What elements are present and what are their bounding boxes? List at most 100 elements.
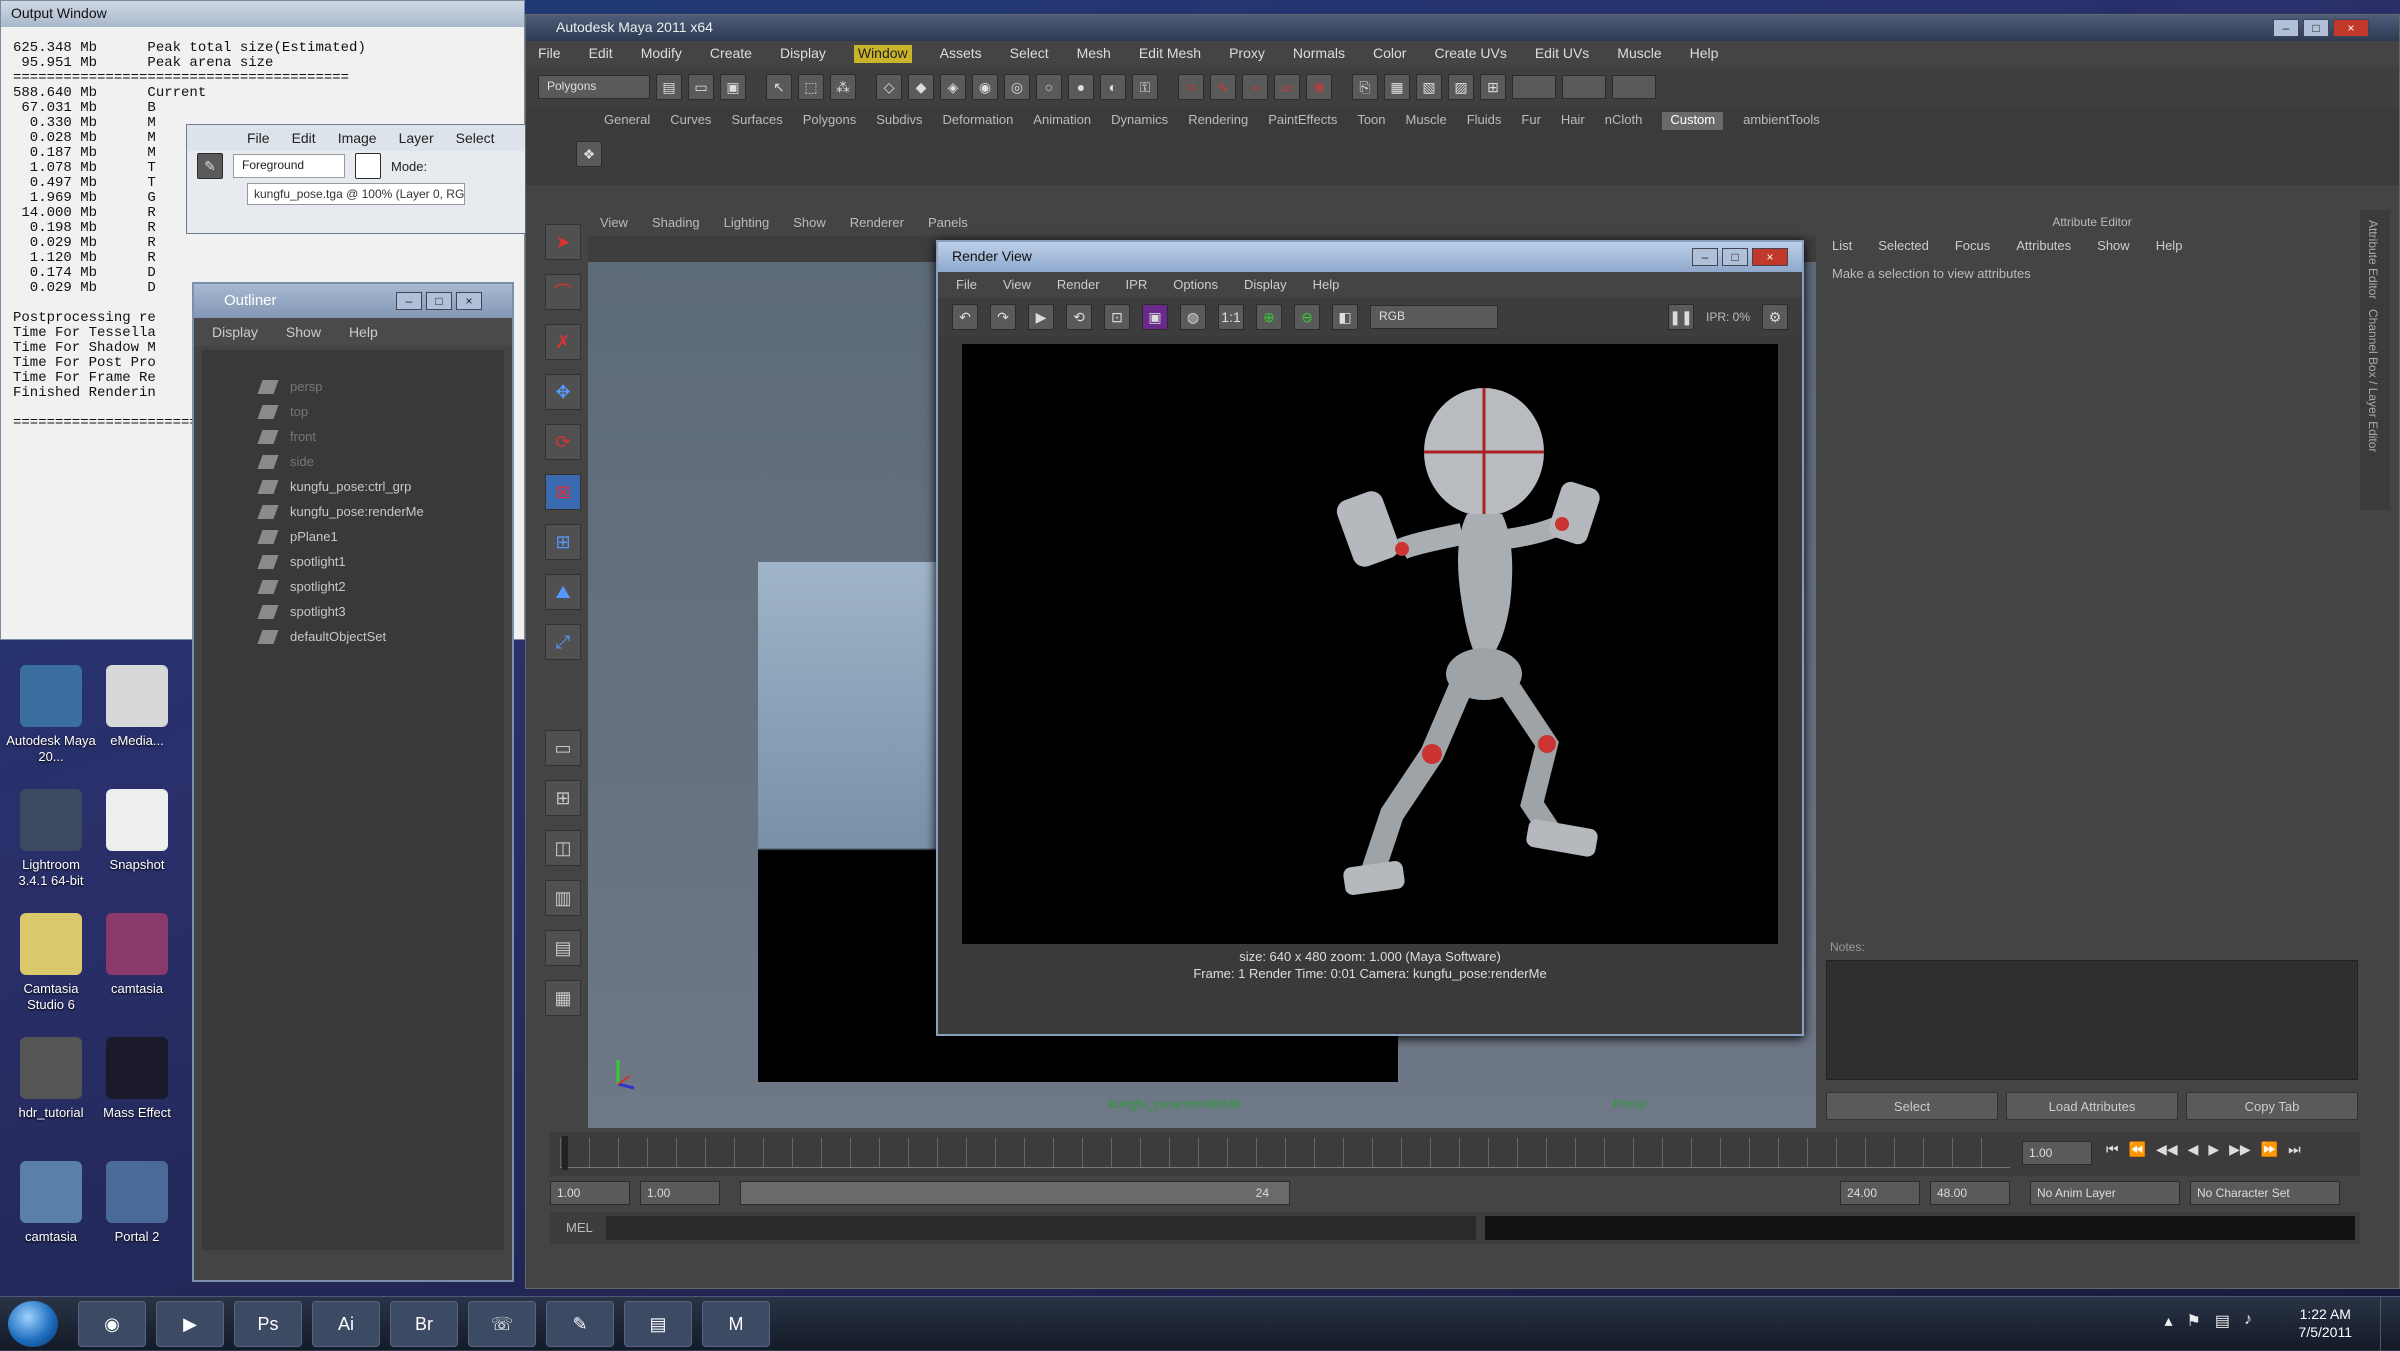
zoom-real-size[interactable]: 1:1 bbox=[1218, 304, 1244, 330]
snap-point-icon[interactable]: ∘ bbox=[1242, 74, 1268, 100]
show-manipulator-icon[interactable]: ⤢ bbox=[545, 624, 581, 660]
panel-menu-renderer[interactable]: Renderer bbox=[850, 215, 904, 231]
snap-curve-icon[interactable]: ∿ bbox=[1210, 74, 1236, 100]
shelf-tab-fur[interactable]: Fur bbox=[1521, 112, 1541, 130]
outliner-window[interactable]: Outliner – □ × Display Show Help persp top f… bbox=[192, 282, 514, 1282]
layout-graph-icon[interactable]: ▤ bbox=[545, 930, 581, 966]
go-to-start-icon[interactable]: ⏮ bbox=[2106, 1141, 2119, 1158]
menu-modify[interactable]: Modify bbox=[641, 45, 682, 63]
outliner-menu-display[interactable]: Display bbox=[212, 324, 258, 340]
channel-box-tab[interactable]: Channel Box / Layer Editor bbox=[2366, 309, 2380, 452]
shelf-tab-painteffects[interactable]: PaintEffects bbox=[1268, 112, 1337, 130]
render-menu-file[interactable]: File bbox=[956, 277, 977, 293]
explorer-icon[interactable]: ▤ bbox=[624, 1301, 692, 1347]
desktop-icon[interactable]: hdr_tutorial bbox=[6, 1037, 96, 1167]
menu-set-dropdown[interactable]: Polygons bbox=[538, 75, 650, 99]
paint-select-icon[interactable]: ✗ bbox=[545, 324, 581, 360]
mask-icon-6[interactable]: ○ bbox=[1036, 74, 1062, 100]
rotate-tool-icon[interactable]: ⟳ bbox=[545, 424, 581, 460]
photoshop-icon[interactable]: Ps bbox=[234, 1301, 302, 1347]
shelf-tab-curves[interactable]: Curves bbox=[670, 112, 711, 130]
volume-icon[interactable]: ♪ bbox=[2244, 1311, 2252, 1331]
mode-dropdown[interactable]: Foreground bbox=[233, 154, 345, 178]
render-layer-dropdown[interactable]: RGB bbox=[1370, 305, 1498, 329]
open-scene-icon[interactable]: ▭ bbox=[688, 74, 714, 100]
outliner-item[interactable]: spotlight3 bbox=[202, 599, 504, 624]
panel-menu-show[interactable]: Show bbox=[793, 215, 826, 231]
layout-outliner-icon[interactable]: ▥ bbox=[545, 880, 581, 916]
render-region-icon[interactable]: ⟲ bbox=[1066, 304, 1092, 330]
panel-menu-lighting[interactable]: Lighting bbox=[724, 215, 770, 231]
show-desktop-button[interactable] bbox=[2380, 1297, 2400, 1351]
outliner-menu-help[interactable]: Help bbox=[349, 324, 378, 340]
soft-modify-icon[interactable]: ⛰ bbox=[545, 574, 581, 610]
close-icon[interactable]: × bbox=[1752, 248, 1788, 266]
start-button[interactable] bbox=[8, 1301, 58, 1347]
current-time-indicator[interactable] bbox=[562, 1136, 568, 1170]
select-component-icon[interactable]: ⁂ bbox=[830, 74, 856, 100]
move-tool-icon[interactable]: ✥ bbox=[545, 374, 581, 410]
attribute-editor[interactable]: Attribute Editor List Selected Focus Attrib… bbox=[1818, 210, 2366, 1128]
attr-menu-selected[interactable]: Selected bbox=[1878, 238, 1929, 256]
outliner-item[interactable]: kungfu_pose:ctrl_grp bbox=[202, 474, 504, 499]
shelf-tab-deformation[interactable]: Deformation bbox=[942, 112, 1013, 130]
undo-icon[interactable]: ↶ bbox=[952, 304, 978, 330]
snap-grid-icon[interactable]: ⌗ bbox=[1178, 74, 1204, 100]
brush-tool-icon[interactable]: ✎ bbox=[197, 153, 223, 179]
remove-image-icon[interactable]: ⊖ bbox=[1294, 304, 1320, 330]
paint-menu-layer[interactable]: Layer bbox=[399, 130, 434, 146]
paint-menu-edit[interactable]: Edit bbox=[292, 130, 316, 146]
attr-menu-attributes[interactable]: Attributes bbox=[2016, 238, 2071, 256]
outliner-item[interactable]: side bbox=[202, 449, 504, 474]
color-swatch[interactable] bbox=[355, 153, 381, 179]
notes-icon[interactable]: ✎ bbox=[546, 1301, 614, 1347]
layout-four-icon[interactable]: ⊞ bbox=[545, 780, 581, 816]
minimize-icon[interactable]: – bbox=[1692, 248, 1718, 266]
panel-menu-panels[interactable]: Panels bbox=[928, 215, 968, 231]
render-menu-help[interactable]: Help bbox=[1313, 277, 1340, 293]
render-settings-icon[interactable]: ▨ bbox=[1448, 74, 1474, 100]
play-backward-icon[interactable]: ◀ bbox=[2188, 1141, 2199, 1158]
anim-layer-dropdown[interactable]: No Anim Layer bbox=[2030, 1181, 2180, 1205]
command-input[interactable] bbox=[606, 1216, 1476, 1240]
go-to-end-icon[interactable]: ⏭ bbox=[2288, 1141, 2301, 1158]
snapshot-icon[interactable]: ⊡ bbox=[1104, 304, 1130, 330]
menu-normals[interactable]: Normals bbox=[1293, 45, 1345, 63]
select-hierarchy-icon[interactable]: ↖ bbox=[766, 74, 792, 100]
render-menu-ipr[interactable]: IPR bbox=[1126, 277, 1148, 293]
mask-icon-8[interactable]: ◐ bbox=[1100, 74, 1126, 100]
shelf-tab-muscle[interactable]: Muscle bbox=[1406, 112, 1447, 130]
current-frame-field[interactable]: 1.00 bbox=[2022, 1141, 2092, 1165]
redo-icon[interactable]: ↷ bbox=[990, 304, 1016, 330]
range-slider[interactable]: 1.00 1.00 24 24.00 48.00 No Anim Layer N… bbox=[550, 1176, 2360, 1210]
layout-hypershade-icon[interactable]: ▦ bbox=[545, 980, 581, 1016]
mask-icon-7[interactable]: ● bbox=[1068, 74, 1094, 100]
mask-icon-2[interactable]: ◆ bbox=[908, 74, 934, 100]
play-forward-icon[interactable]: ▶ bbox=[2208, 1141, 2219, 1158]
keep-image-icon[interactable]: ⊕ bbox=[1256, 304, 1282, 330]
new-scene-icon[interactable]: ▤ bbox=[656, 74, 682, 100]
transform-field-y[interactable] bbox=[1562, 75, 1606, 99]
animation-start-field[interactable]: 1.00 bbox=[550, 1181, 630, 1205]
shelf-tab-animation[interactable]: Animation bbox=[1033, 112, 1091, 130]
shelf-tab-general[interactable]: General bbox=[604, 112, 650, 130]
step-back-key-icon[interactable]: ⏪ bbox=[2129, 1141, 2146, 1158]
shelf-tab-toon[interactable]: Toon bbox=[1357, 112, 1385, 130]
menu-mesh[interactable]: Mesh bbox=[1077, 45, 1111, 63]
pause-icon[interactable]: ❚❚ bbox=[1667, 304, 1694, 330]
tray-expand-icon[interactable]: ▴ bbox=[2165, 1311, 2173, 1331]
shelf-tab-subdivs[interactable]: Subdivs bbox=[876, 112, 922, 130]
ipr-render-icon[interactable]: ▧ bbox=[1416, 74, 1442, 100]
menu-file[interactable]: File bbox=[538, 45, 561, 63]
transform-field-z[interactable] bbox=[1612, 75, 1656, 99]
save-scene-icon[interactable]: ▣ bbox=[720, 74, 746, 100]
mask-icon-3[interactable]: ◈ bbox=[940, 74, 966, 100]
shelf-tab-rendering[interactable]: Rendering bbox=[1188, 112, 1248, 130]
outliner-list[interactable]: persp top front side kungfu_pose:ctrl_grp kun… bbox=[202, 350, 504, 1250]
render-menu-render[interactable]: Render bbox=[1057, 277, 1100, 293]
phone-icon[interactable]: ☏ bbox=[468, 1301, 536, 1347]
menu-assets[interactable]: Assets bbox=[940, 45, 982, 63]
step-forward-frame-icon[interactable]: ▶▶ bbox=[2229, 1141, 2251, 1158]
scale-tool-icon[interactable]: ⊠ bbox=[545, 474, 581, 510]
flag-icon[interactable]: ⚑ bbox=[2187, 1311, 2201, 1331]
